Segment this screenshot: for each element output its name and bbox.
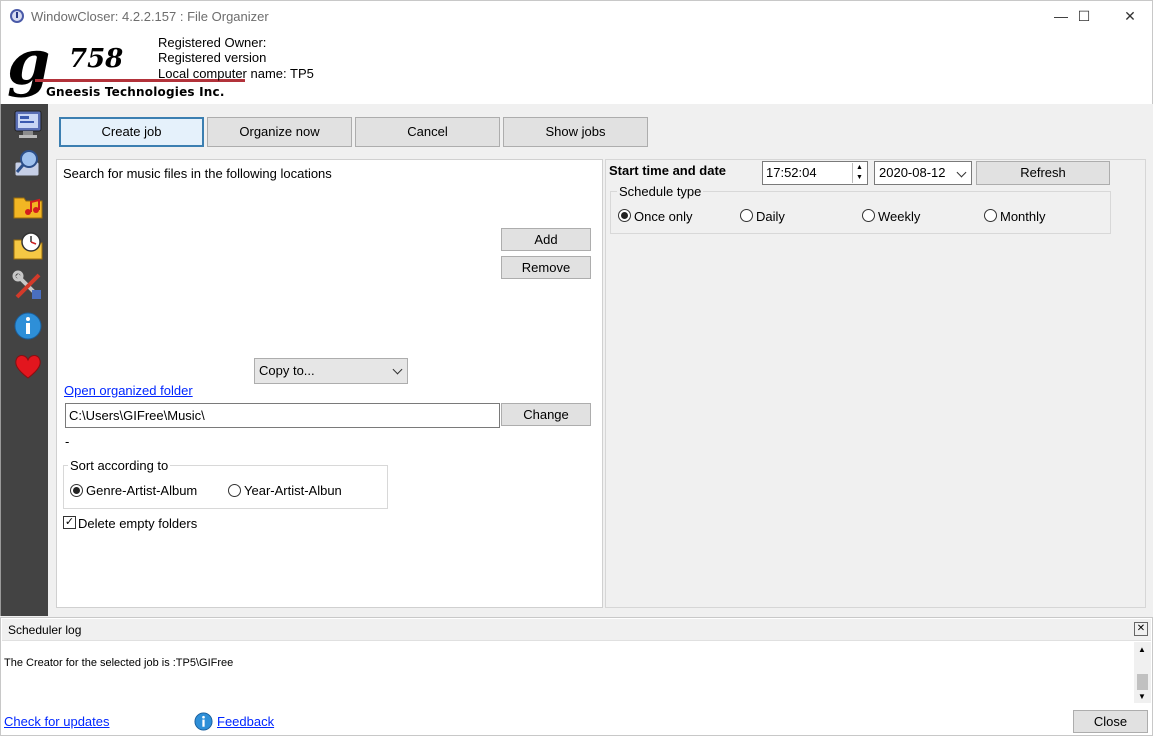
title-bar: WindowCloser: 4.2.2.157 : File Organizer… — [0, 0, 1153, 32]
maximize-button[interactable]: ☐ — [1061, 1, 1107, 32]
feedback-info-icon[interactable] — [194, 712, 213, 731]
delete-empty-label[interactable]: Delete empty folders — [78, 516, 197, 531]
sort-genre-label[interactable]: Genre-Artist-Album — [86, 483, 197, 498]
tab-show-jobs[interactable]: Show jobs — [503, 117, 648, 147]
info-icon[interactable] — [12, 310, 44, 342]
schedule-panel: Start time and date 17:52:04 ▲ ▼ 2020-08-… — [605, 159, 1146, 608]
destination-path-input[interactable]: C:\Users\GIFree\Music\ — [65, 403, 500, 428]
weekly-label[interactable]: Weekly — [878, 209, 920, 224]
daily-radio[interactable] — [740, 209, 753, 222]
log-message: The Creator for the selected job is :TP5… — [4, 657, 234, 669]
monthly-label[interactable]: Monthly — [1000, 209, 1046, 224]
open-organized-folder-link[interactable]: Open organized folder — [64, 383, 193, 398]
chevron-down-icon — [392, 364, 403, 375]
once-only-radio[interactable] — [618, 209, 631, 222]
computer-name: Local computer name: TP5 — [158, 66, 314, 81]
close-log-icon[interactable]: ✕ — [1134, 622, 1148, 636]
status-dash: - — [65, 434, 70, 449]
logo-letter: g — [7, 26, 51, 99]
refresh-button[interactable]: Refresh — [976, 161, 1110, 185]
music-folder-icon[interactable] — [12, 190, 44, 222]
copy-action-value: Copy to... — [259, 363, 315, 378]
close-window-button[interactable]: ✕ — [1107, 1, 1153, 32]
delete-empty-checkbox[interactable]: ✓ — [63, 516, 76, 529]
remove-location-button[interactable]: Remove — [501, 256, 591, 279]
locations-list[interactable] — [63, 186, 493, 354]
scroll-thumb[interactable] — [1137, 674, 1148, 690]
close-button[interactable]: Close — [1073, 710, 1148, 733]
schedule-type-title: Schedule type — [617, 184, 704, 199]
sort-genre-radio[interactable] — [70, 484, 83, 497]
add-location-button[interactable]: Add — [501, 228, 591, 251]
daily-label[interactable]: Daily — [756, 209, 785, 224]
sort-year-label[interactable]: Year-Artist-Albun — [244, 483, 342, 498]
search-computer-icon[interactable] — [12, 148, 44, 180]
app-clock-icon — [10, 9, 24, 23]
logo-company-name: Gneesis Technologies Inc. — [46, 85, 225, 99]
chevron-down-icon — [956, 167, 967, 178]
window-title: WindowCloser: 4.2.2.157 : File Organizer — [31, 9, 269, 24]
heart-icon[interactable] — [12, 350, 44, 382]
monthly-radio[interactable] — [984, 209, 997, 222]
scroll-up-icon[interactable]: ▲ — [1138, 645, 1146, 654]
scheduled-folder-icon[interactable] — [12, 230, 44, 262]
start-time-label: Start time and date — [609, 163, 727, 178]
locations-heading: Search for music files in the following … — [63, 166, 332, 181]
once-only-label[interactable]: Once only — [634, 209, 693, 224]
scheduler-log-header: Scheduler log ✕ — [2, 619, 1151, 641]
locations-panel: Search for music files in the following … — [56, 159, 603, 608]
registered-owner: Registered Owner: — [158, 35, 267, 50]
log-scrollbar[interactable]: ▲ ▼ — [1134, 642, 1151, 703]
monitor-settings-icon[interactable] — [12, 108, 44, 140]
start-time-input[interactable]: 17:52:04 ▲ ▼ — [762, 161, 868, 185]
tools-icon[interactable] — [12, 270, 44, 302]
scheduler-log: Scheduler log ✕ The Creator for the sele… — [0, 617, 1153, 736]
start-time-value: 17:52:04 — [766, 165, 817, 180]
feedback-link[interactable]: Feedback — [217, 714, 274, 729]
tab-organize-now[interactable]: Organize now — [207, 117, 352, 147]
start-date-select[interactable]: 2020-08-12 — [874, 161, 972, 185]
copy-action-select[interactable]: Copy to... — [254, 358, 408, 384]
sort-year-radio[interactable] — [228, 484, 241, 497]
header: g 758 Gneesis Technologies Inc. Register… — [0, 32, 1153, 104]
sort-group-title: Sort according to — [68, 458, 171, 473]
scroll-down-icon[interactable]: ▼ — [1138, 692, 1146, 701]
registered-version: Registered version — [158, 50, 267, 65]
logo-number: 758 — [69, 44, 124, 74]
sidebar — [0, 104, 48, 616]
scheduler-log-title: Scheduler log — [8, 623, 82, 637]
tab-create-job[interactable]: Create job — [59, 117, 204, 147]
weekly-radio[interactable] — [862, 209, 875, 222]
check-updates-link[interactable]: Check for updates — [4, 714, 110, 729]
time-spinner[interactable]: ▲ ▼ — [852, 163, 866, 183]
change-folder-button[interactable]: Change — [501, 403, 591, 426]
tab-cancel[interactable]: Cancel — [355, 117, 500, 147]
start-date-value: 2020-08-12 — [879, 165, 946, 180]
